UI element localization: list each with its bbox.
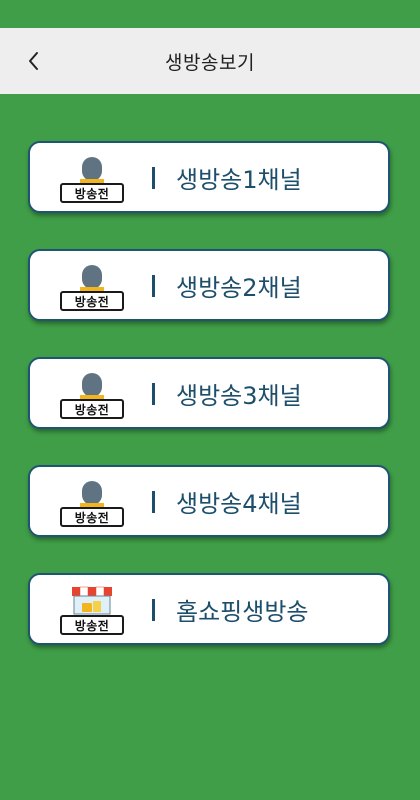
microphone-icon: 방송전 <box>56 477 128 531</box>
home-shopping-card[interactable]: 방송전 홈쇼핑생방송 <box>28 573 390 645</box>
app-header: 생방송보기 <box>0 28 420 94</box>
page-title: 생방송보기 <box>165 51 255 74</box>
onair-status-badge: 방송전 <box>60 399 124 419</box>
channel-card-2[interactable]: 방송전 생방송2채널 <box>28 249 390 321</box>
channel-card-1[interactable]: 방송전 생방송1채널 <box>28 141 390 213</box>
channel-card-3[interactable]: 방송전 생방송3채널 <box>28 357 390 429</box>
back-button[interactable] <box>16 42 52 80</box>
channel-label: 생방송1채널 <box>176 166 302 194</box>
status-bar <box>0 0 420 28</box>
onair-status-badge: 방송전 <box>60 291 124 311</box>
onair-status-badge: 방송전 <box>60 615 124 635</box>
divider <box>152 167 155 189</box>
onair-status-badge: 방송전 <box>60 183 124 203</box>
channel-card-4[interactable]: 방송전 생방송4채널 <box>28 465 390 537</box>
divider <box>152 599 155 621</box>
channel-label: 생방송2채널 <box>176 274 302 302</box>
onair-status-badge: 방송전 <box>60 507 124 527</box>
microphone-icon: 방송전 <box>56 261 128 315</box>
channel-label: 생방송3채널 <box>176 382 302 410</box>
chevron-left-icon <box>29 52 38 70</box>
divider <box>152 491 155 513</box>
channel-label: 홈쇼핑생방송 <box>176 598 309 626</box>
microphone-icon: 방송전 <box>56 369 128 423</box>
shop-icon: 방송전 <box>56 585 128 639</box>
channel-label: 생방송4채널 <box>176 490 302 518</box>
divider <box>152 383 155 405</box>
microphone-icon: 방송전 <box>56 153 128 207</box>
divider <box>152 275 155 297</box>
